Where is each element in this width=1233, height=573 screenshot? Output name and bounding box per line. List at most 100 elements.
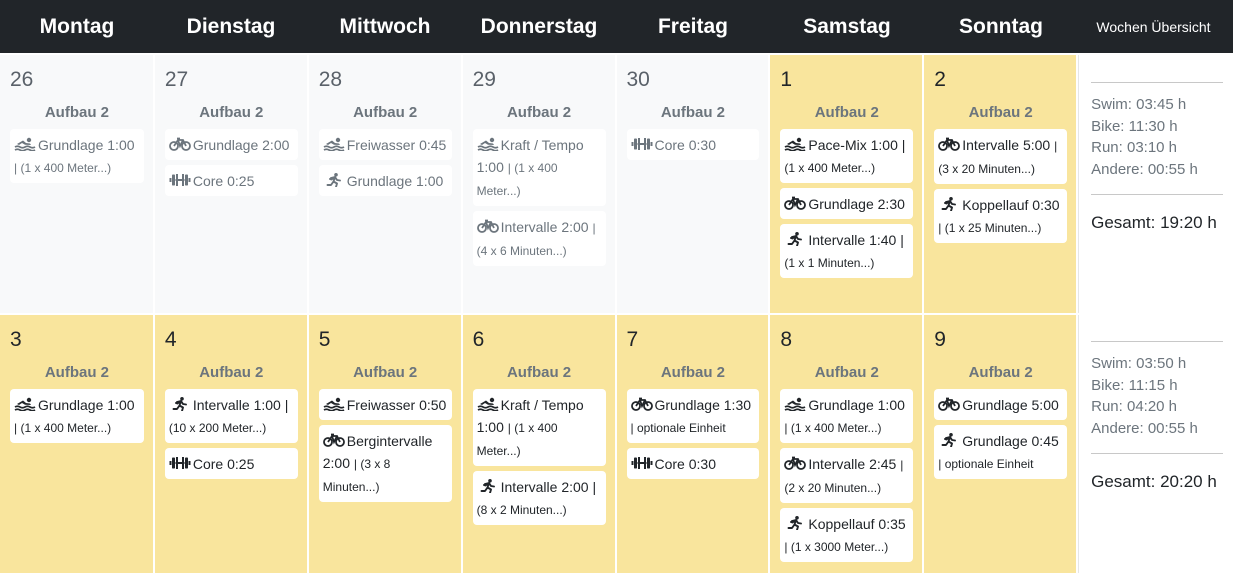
week-summary: Swim: 03:50 h Bike: 11:15 h Run: 04:20 h An… xyxy=(1078,315,1233,573)
workout-card[interactable]: Grundlage 2:30 xyxy=(780,188,914,219)
workout-card[interactable]: Core 0:25 xyxy=(164,165,298,196)
bicycle-icon xyxy=(938,397,961,411)
bicycle-icon xyxy=(322,433,345,447)
workout-title: Pace-Mix 1:00 | xyxy=(808,137,906,153)
swimmer-icon xyxy=(477,397,499,411)
day-number: 3 xyxy=(10,328,22,351)
bicycle-icon xyxy=(476,219,499,233)
header-monday: Montag xyxy=(39,14,115,38)
workout-card[interactable]: Grundlage 1:00 | (1 x 400 Meter...) xyxy=(10,129,144,183)
workout-card[interactable]: Kraft / Tempo 1:00 | (1 x 400 Meter...) xyxy=(472,389,606,466)
workout-title: Grundlage 0:45 xyxy=(962,433,1059,449)
run-total: Run: 03:10 h xyxy=(1091,139,1178,156)
bicycle-icon xyxy=(784,196,807,210)
workout-detail: (8 x 2 Minuten...) xyxy=(476,503,567,517)
day-cell[interactable]: 27 Aufbau 2 Grundlage 2:00 Core 0:25 xyxy=(154,55,307,313)
workout-detail: | (1 x 400 Meter...) xyxy=(14,161,112,175)
workout-card[interactable]: Grundlage 5:00 xyxy=(934,389,1068,420)
runner-icon xyxy=(784,516,806,530)
week-row: 26 Aufbau 2 Grundlage 1:00 | (1 x 400 Mete… xyxy=(0,55,1233,313)
workout-card[interactable]: Koppellauf 0:35 | (1 x 3000 Meter...) xyxy=(780,508,914,562)
workout-title: Core 0:25 xyxy=(192,456,255,472)
day-cell[interactable]: 2 Aufbau 2 Intervalle 5:00 | (3 x 20 Minut… xyxy=(924,55,1077,313)
workout-card[interactable]: Pace-Mix 1:00 | (1 x 400 Meter...) xyxy=(780,129,914,183)
header-sunday: Sonntag xyxy=(959,14,1043,38)
workout-card[interactable]: Koppellauf 0:30 | (1 x 25 Minuten...) xyxy=(934,189,1068,243)
workout-card[interactable]: Grundlage 1:00 | (1 x 400 Meter...) xyxy=(780,389,914,443)
workout-card[interactable]: Intervalle 1:40 | (1 x 1 Minuten...) xyxy=(780,224,914,278)
workout-detail: | (1 x 3000 Meter...) xyxy=(784,540,889,554)
day-number: 27 xyxy=(164,68,189,91)
day-cell[interactable]: 6 Aufbau 2 Kraft / Tempo 1:00 | (1 x 400 M… xyxy=(462,315,615,573)
workout-title: Grundlage 2:00 xyxy=(192,137,290,153)
workout-card[interactable]: Intervalle 5:00 | (3 x 20 Minuten...) xyxy=(934,129,1068,184)
workout-title: Intervalle 2:00 xyxy=(500,219,589,235)
training-phase: Aufbau 2 xyxy=(968,104,1033,121)
training-phase: Aufbau 2 xyxy=(506,364,572,381)
day-number: 2 xyxy=(934,68,946,91)
workout-card[interactable]: Core 0:25 xyxy=(164,448,298,479)
dumbbell-icon xyxy=(631,456,653,470)
day-cell[interactable]: 30 Aufbau 2 Core 0:30 xyxy=(616,55,769,313)
workout-card[interactable]: Intervalle 1:00 | (10 x 200 Meter...) xyxy=(164,389,298,443)
training-phase: Aufbau 2 xyxy=(506,104,572,121)
workout-card[interactable]: Freiwasser 0:45 xyxy=(318,129,452,160)
runner-icon xyxy=(169,397,191,411)
bicycle-icon xyxy=(630,397,653,411)
day-cell[interactable]: 7 Aufbau 2 Grundlage 1:30 | optionale Einh… xyxy=(616,315,769,573)
training-phase: Aufbau 2 xyxy=(660,104,726,121)
workout-card[interactable]: Grundlage 1:00 | (1 x 400 Meter...) xyxy=(10,389,144,443)
training-phase: Aufbau 2 xyxy=(968,364,1033,381)
week-summary: Swim: 03:45 h Bike: 11:30 h Run: 03:10 h An… xyxy=(1078,55,1233,313)
workout-card[interactable]: Grundlage 0:45 | optionale Einheit xyxy=(934,425,1068,479)
day-cell[interactable]: 28 Aufbau 2 Freiwasser 0:45 Grundlage 1:00 xyxy=(308,55,461,313)
workout-title: Intervalle 1:40 | xyxy=(808,232,904,248)
day-number: 8 xyxy=(780,328,793,351)
dumbbell-icon xyxy=(169,456,191,470)
workout-title: Core 0:30 xyxy=(654,456,716,472)
workout-card[interactable]: Grundlage 1:00 xyxy=(318,165,452,196)
workout-card[interactable]: Grundlage 1:30 | optionale Einheit xyxy=(626,389,760,443)
workout-detail: | optionale Einheit xyxy=(938,457,1034,471)
day-cell[interactable]: 1 Aufbau 2 Pace-Mix 1:00 | (1 x 400 Meter.… xyxy=(770,55,923,313)
swimmer-icon xyxy=(14,137,36,151)
day-number: 29 xyxy=(472,68,496,91)
workout-card[interactable]: Core 0:30 xyxy=(626,448,760,479)
workout-card[interactable]: Freiwasser 0:50 xyxy=(318,389,452,420)
training-phase: Aufbau 2 xyxy=(199,364,264,381)
workout-card[interactable]: Intervalle 2:00 | (4 x 6 Minuten...) xyxy=(472,211,606,266)
workout-title: Koppellauf 0:30 xyxy=(962,197,1060,213)
day-cell[interactable]: 8 Aufbau 2 Grundlage 1:00 | (1 x 400 Meter… xyxy=(770,315,923,573)
workout-title: Freiwasser 0:50 xyxy=(346,397,447,413)
week-total: Gesamt: 19:20 h xyxy=(1091,213,1217,232)
swimmer-icon xyxy=(477,137,499,151)
training-phase: Aufbau 2 xyxy=(353,364,418,381)
training-phase: Aufbau 2 xyxy=(44,364,110,381)
other-total: Andere: 00:55 h xyxy=(1091,419,1198,437)
runner-icon xyxy=(477,479,499,493)
workout-card[interactable]: Kraft / Tempo 1:00 | (1 x 400 Meter...) xyxy=(472,129,606,206)
workout-card[interactable]: Intervalle 2:00 | (8 x 2 Minuten...) xyxy=(472,471,606,525)
workout-card[interactable]: Bergintervalle 2:00 | (3 x 8 Minuten...) xyxy=(318,425,452,502)
day-cell[interactable]: 26 Aufbau 2 Grundlage 1:00 | (1 x 400 Mete… xyxy=(0,55,153,313)
workout-card[interactable]: Grundlage 2:00 xyxy=(164,129,298,160)
week-total: Gesamt: 20:20 h xyxy=(1091,472,1217,491)
training-phase: Aufbau 2 xyxy=(199,104,264,121)
day-number: 7 xyxy=(626,328,639,351)
day-cell[interactable]: 5 Aufbau 2 Freiwasser 0:50 Bergintervalle … xyxy=(308,315,461,573)
day-cell[interactable]: 4 Aufbau 2 Intervalle 1:00 | (10 x 200 Met… xyxy=(154,315,307,573)
runner-icon xyxy=(784,232,806,246)
workout-card[interactable]: Intervalle 2:45 | (2 x 20 Minuten...) xyxy=(780,448,914,503)
day-cell[interactable]: 29 Aufbau 2 Kraft / Tempo 1:00 | (1 x 400 … xyxy=(462,55,615,313)
day-cell[interactable]: 9 Aufbau 2 Grundlage 5:00 Grundlage 0:45 |… xyxy=(924,315,1077,573)
day-number: 5 xyxy=(318,328,331,351)
header-thursday: Donnerstag xyxy=(480,14,598,38)
divider xyxy=(1091,453,1223,454)
workout-detail: (1 x 1 Minuten...) xyxy=(784,256,875,270)
workout-title: Koppellauf 0:35 xyxy=(808,516,906,532)
training-phase: Aufbau 2 xyxy=(44,104,110,121)
other-total: Andere: 00:55 h xyxy=(1091,160,1198,178)
header-week-overview: Wochen Übersicht xyxy=(1096,18,1211,35)
day-cell[interactable]: 3 Aufbau 2 Grundlage 1:00 | (1 x 400 Meter… xyxy=(0,315,153,573)
workout-card[interactable]: Core 0:30 xyxy=(626,129,760,160)
